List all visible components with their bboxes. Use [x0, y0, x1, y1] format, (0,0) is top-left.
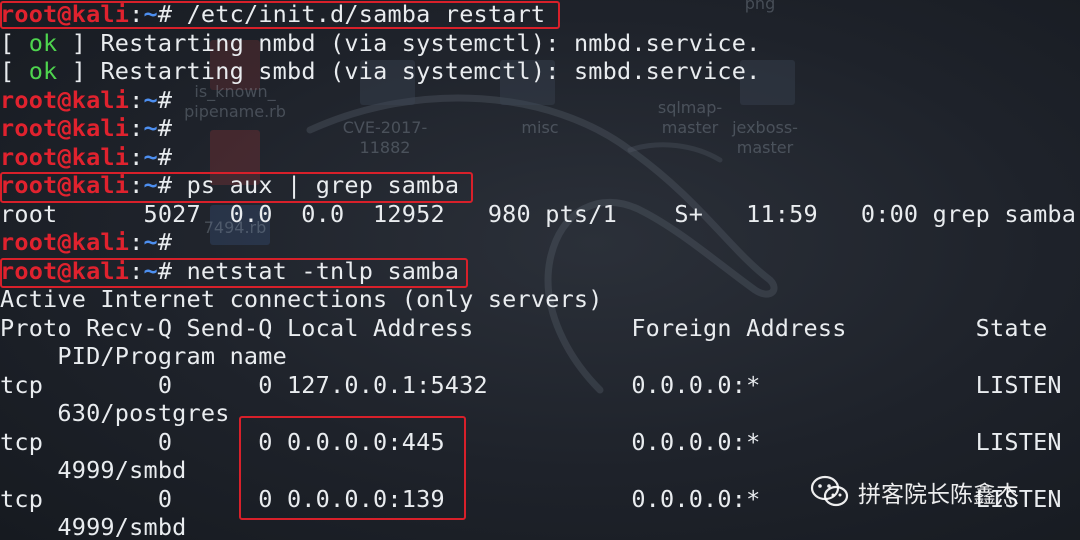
- desktop-icon-label: CVE-2017- 11882: [342, 118, 428, 157]
- prompt-user: root@kali: [0, 256, 130, 285]
- prompt-user: root@kali: [0, 142, 130, 171]
- prompt-separator: :: [129, 0, 144, 28]
- prompt-line: root@kali:~# netstat -tnlp samba: [0, 257, 459, 286]
- output-line: Active Internet connections (only server…: [0, 285, 603, 313]
- command-text: ps aux | grep samba: [186, 171, 460, 199]
- desktop-icon-label: jexboss- master: [732, 118, 798, 157]
- output-line: root 5027 0.0 0.0 12952 980 pts/1 S+ 11:…: [0, 199, 1077, 228]
- status-bracket: [: [0, 28, 29, 57]
- desktop-icon-label: png: [744, 0, 776, 13]
- wechat-icon: [810, 475, 849, 507]
- prompt-separator: :: [129, 85, 144, 114]
- output-line: Proto Recv-Q Send-Q Local Address Foreig…: [0, 313, 1048, 342]
- prompt-char: #: [157, 256, 173, 285]
- command-text: /etc/init.d/samba restart: [186, 0, 546, 28]
- prompt-user: root@kali: [0, 114, 130, 142]
- prompt-char: #: [157, 114, 173, 142]
- prompt-user: root@kali: [0, 171, 130, 199]
- prompt-user: root@kali: [0, 0, 130, 28]
- kali-dragon-logo: [306, 94, 778, 394]
- output-line: 4999/smbd: [0, 456, 187, 484]
- prompt-line: root@kali:~#: [0, 143, 187, 172]
- prompt-separator: :: [129, 171, 144, 199]
- prompt-separator: :: [129, 114, 144, 142]
- service-status-line: [ ok ] Restarting smbd (via systemctl): …: [0, 57, 760, 86]
- status-message: ] Restarting smbd (via systemctl): smbd.…: [57, 57, 761, 85]
- prompt-line: root@kali:~#: [0, 114, 187, 143]
- prompt-path: ~: [143, 256, 158, 285]
- ok-status: ok: [28, 57, 58, 85]
- desktop-icon-label: is_known_ pipename.rb: [184, 82, 286, 121]
- terminal-window[interactable]: png is_known_ pipename.rb CVE-2017- 1188…: [0, 0, 1080, 540]
- output-line: 4999/smbd: [0, 513, 187, 540]
- prompt-char: #: [157, 171, 173, 199]
- prompt-line: root@kali:~# ps aux | grep samba: [0, 171, 459, 200]
- prompt-path: ~: [143, 0, 158, 28]
- prompt-line: root@kali:~# /etc/init.d/samba restart: [0, 0, 545, 29]
- output-line: tcp 0 0 0.0.0.0:445 0.0.0.0:* LISTEN: [0, 427, 1062, 456]
- watermark-text: 拼客院长陈鑫杰: [858, 482, 1019, 508]
- prompt-separator: :: [129, 256, 144, 285]
- prompt-separator: :: [129, 228, 144, 256]
- prompt-char: #: [157, 142, 173, 171]
- prompt-char: #: [157, 0, 173, 28]
- prompt-path: ~: [143, 85, 158, 114]
- ok-status: ok: [28, 28, 58, 57]
- prompt-char: #: [157, 85, 173, 114]
- prompt-char: #: [157, 228, 173, 256]
- prompt-user: root@kali: [0, 85, 130, 114]
- prompt-path: ~: [143, 114, 158, 142]
- prompt-line: root@kali:~#: [0, 86, 187, 115]
- status-bracket: [: [0, 57, 29, 85]
- status-message: ] Restarting nmbd (via systemctl): nmbd.…: [57, 28, 761, 57]
- prompt-user: root@kali: [0, 228, 130, 256]
- prompt-line: root@kali:~#: [0, 228, 187, 257]
- desktop-icon-label: misc: [521, 118, 559, 137]
- prompt-path: ~: [143, 171, 158, 199]
- prompt-path: ~: [143, 228, 158, 256]
- desktop-icon-label: sqlmap- master: [657, 98, 723, 137]
- prompt-path: ~: [143, 142, 158, 171]
- service-status-line: [ ok ] Restarting nmbd (via systemctl): …: [0, 29, 760, 58]
- output-line: 630/postgres: [0, 399, 230, 427]
- watermark: 拼客院长陈鑫杰: [810, 474, 1019, 510]
- output-line: tcp 0 0 127.0.0.1:5432 0.0.0.0:* LISTEN: [0, 370, 1062, 399]
- prompt-separator: :: [129, 142, 144, 171]
- command-text: netstat -tnlp samba: [186, 256, 460, 285]
- output-line: PID/Program name: [0, 342, 287, 370]
